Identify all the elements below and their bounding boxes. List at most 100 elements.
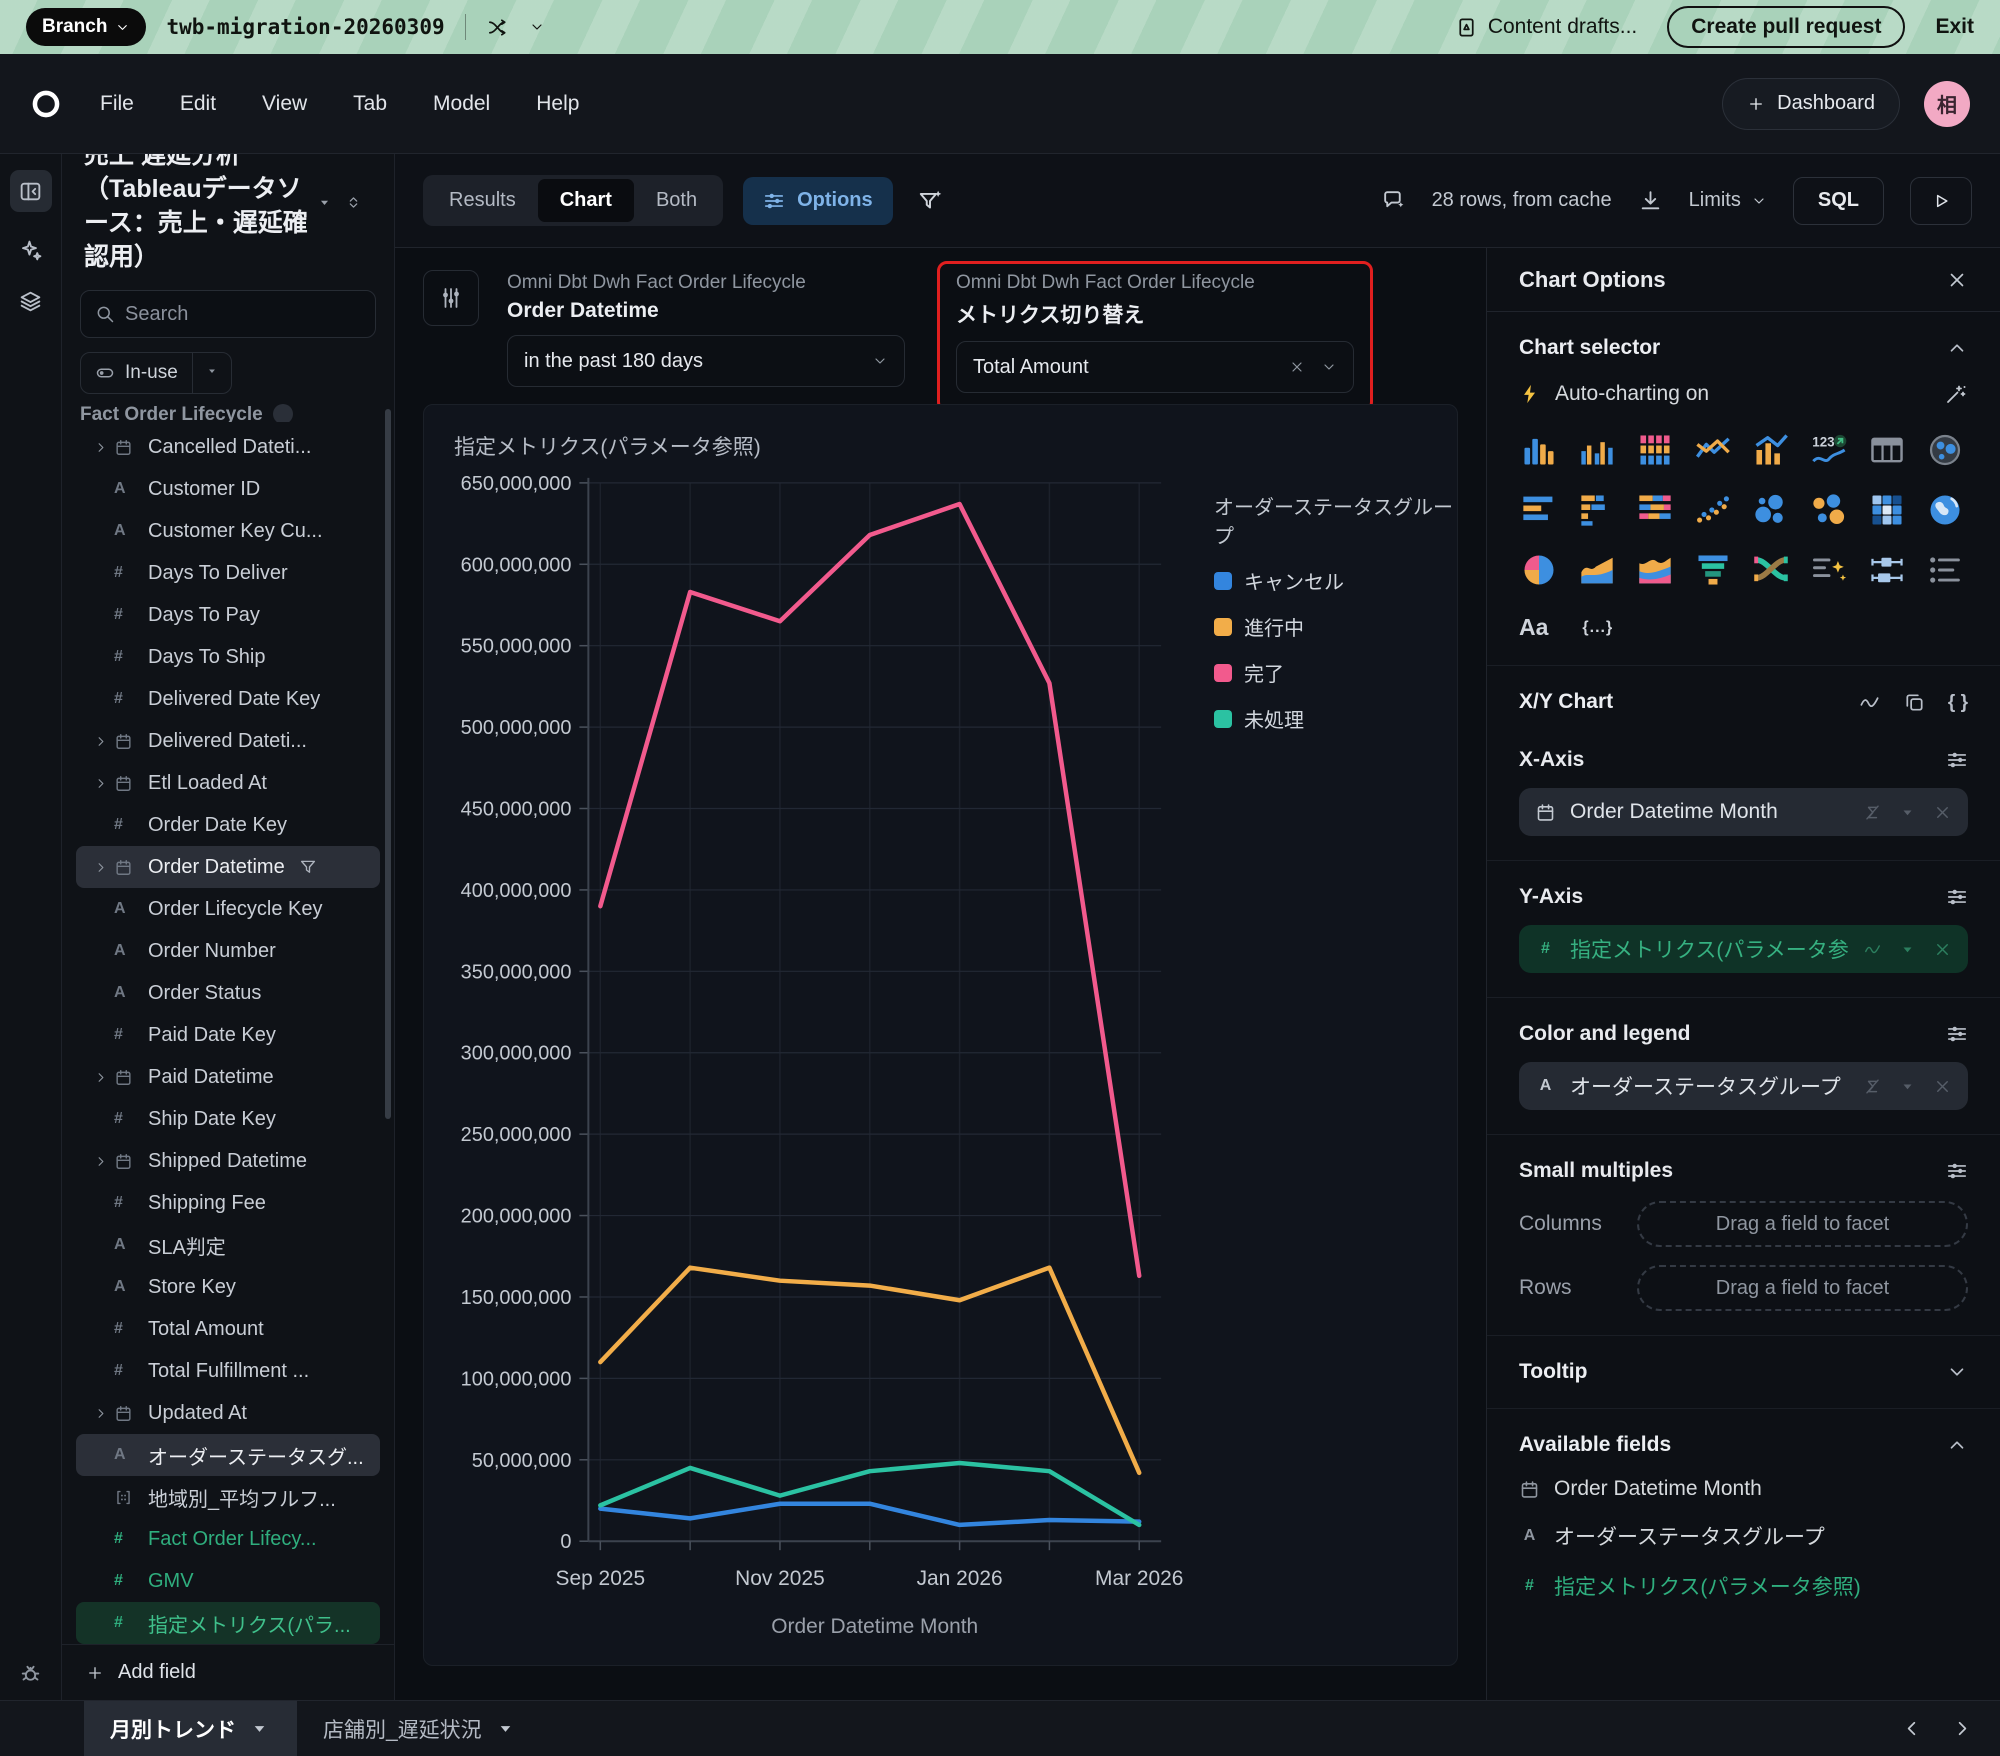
run-query-button[interactable] — [1910, 177, 1972, 225]
legend-item[interactable]: 進行中 — [1214, 612, 1457, 641]
next-tab-icon[interactable] — [1951, 1717, 1974, 1740]
add-field-button[interactable]: Add field — [62, 1644, 394, 1700]
merge-icon[interactable] — [486, 16, 509, 39]
color-field-pill[interactable]: Aオーダーステータスグループ — [1519, 1062, 1968, 1110]
sidebar-field[interactable]: #Total Fulfillment ... — [76, 1350, 380, 1392]
sidebar-field[interactable]: ACustomer ID — [76, 468, 380, 510]
available-field[interactable]: Aオーダーステータスグループ — [1519, 1521, 1968, 1551]
sidebar-field[interactable]: Shipped Datetime — [76, 1140, 380, 1182]
tab-list-icon[interactable] — [40, 1717, 84, 1740]
close-icon[interactable] — [1946, 269, 1968, 291]
chart-type-column-stacked[interactable] — [1635, 430, 1675, 470]
sidebar-field[interactable]: #指定メトリクス(パラ... — [76, 1602, 380, 1644]
sidebar-field[interactable]: #Shipping Fee — [76, 1182, 380, 1224]
sidebar-field[interactable]: #Days To Ship — [76, 636, 380, 678]
expand-icon[interactable] — [84, 1070, 114, 1085]
expand-icon[interactable] — [84, 1154, 114, 1169]
dashboard-button[interactable]: Dashboard — [1722, 78, 1900, 130]
chart-type-line[interactable] — [1693, 430, 1733, 470]
chart-type-bar-grouped[interactable] — [1577, 430, 1617, 470]
dataset-caret-icon[interactable] — [316, 194, 333, 211]
menu-item-model[interactable]: Model — [433, 92, 490, 116]
sidebar-field[interactable]: #Days To Pay — [76, 594, 380, 636]
menu-item-view[interactable]: View — [262, 92, 307, 116]
code-braces-icon[interactable]: { } — [1948, 693, 1968, 712]
auto-charting-label[interactable]: Auto-charting on — [1555, 382, 1709, 406]
debug-icon[interactable] — [18, 1661, 43, 1686]
legend-item[interactable]: 未処理 — [1214, 704, 1457, 733]
chevron-up-icon[interactable] — [1946, 337, 1968, 359]
y-axis-field-pill[interactable]: #指定メトリクス(パラメータ参照) — [1519, 925, 1968, 973]
ai-sparkles-icon[interactable] — [18, 238, 43, 263]
chart-type-combo[interactable] — [1751, 430, 1791, 470]
sidebar-field[interactable]: Etl Loaded At — [76, 762, 380, 804]
menu-item-help[interactable]: Help — [536, 92, 579, 116]
toggle-sidebar-button[interactable] — [10, 170, 52, 212]
sidebar-field[interactable]: AOrder Number — [76, 930, 380, 972]
filter-suggest-icon[interactable] — [917, 188, 943, 214]
sidebar-field[interactable]: AStore Key — [76, 1266, 380, 1308]
in-use-caret-button[interactable] — [193, 364, 231, 383]
sidebar-field[interactable]: ACustomer Key Cu... — [76, 510, 380, 552]
layers-icon[interactable] — [18, 289, 43, 314]
sidebar-field[interactable]: AOrder Lifecycle Key — [76, 888, 380, 930]
chart-type-big-number[interactable]: 123 — [1809, 430, 1849, 470]
chevron-up-icon[interactable] — [1946, 1434, 1968, 1456]
sidebar-field[interactable]: #GMV — [76, 1560, 380, 1602]
omni-logo-icon[interactable] — [30, 88, 62, 120]
in-use-toggle[interactable]: In-use — [81, 362, 192, 384]
chart-type-bar-h-stacked[interactable] — [1577, 490, 1617, 530]
sidebar-field[interactable]: #Order Date Key — [76, 804, 380, 846]
avatar[interactable]: 相 — [1924, 81, 1970, 127]
view-tab-results[interactable]: Results — [427, 179, 538, 222]
line-style-icon[interactable] — [1858, 691, 1881, 714]
add-tab-icon[interactable] — [0, 1717, 40, 1740]
menu-item-file[interactable]: File — [100, 92, 134, 116]
expand-icon[interactable] — [84, 776, 114, 791]
y-axis-settings-icon[interactable] — [1946, 886, 1968, 908]
prev-tab-icon[interactable] — [1900, 1717, 1923, 1740]
magic-wand-icon[interactable] — [1944, 382, 1968, 406]
sidebar-field[interactable]: #Delivered Date Key — [76, 678, 380, 720]
color-settings-icon[interactable] — [1946, 1023, 1968, 1045]
chart-type-bubble-cluster[interactable] — [1809, 490, 1849, 530]
chart-type-ai-list[interactable] — [1809, 550, 1849, 590]
sidebar-field[interactable]: Aオーダーステータスグ... — [76, 1434, 380, 1476]
chart-type-boxplot[interactable] — [1867, 550, 1907, 590]
workbook-tab[interactable]: 月別トレンド — [84, 1701, 297, 1756]
available-field[interactable]: #指定メトリクス(パラメータ参照) — [1519, 1571, 1968, 1601]
chart-type-bar[interactable] — [1519, 430, 1559, 470]
expand-icon[interactable] — [84, 1406, 114, 1421]
columns-dropzone[interactable]: Drag a field to facet — [1637, 1201, 1968, 1247]
options-button[interactable]: Options — [743, 177, 893, 225]
chart-type-bar-h[interactable] — [1519, 490, 1559, 530]
filter-value-select[interactable]: in the past 180 days — [507, 335, 905, 387]
sidebar-field[interactable]: ASLA判定 — [76, 1224, 380, 1266]
expand-icon[interactable] — [84, 734, 114, 749]
chart-type-heatmap[interactable] — [1867, 490, 1907, 530]
sidebar-field[interactable]: Updated At — [76, 1392, 380, 1434]
chart-type-markdown[interactable]: {...} — [1582, 619, 1613, 637]
chart-type-area[interactable] — [1577, 550, 1617, 590]
limits-dropdown[interactable]: Limits — [1689, 189, 1767, 212]
filter-value-select[interactable]: Total Amount — [956, 341, 1354, 393]
view-tab-both[interactable]: Both — [634, 179, 719, 222]
chart-type-text[interactable]: Aa — [1519, 614, 1548, 641]
chart-type-table[interactable] — [1867, 430, 1907, 470]
download-icon[interactable] — [1638, 188, 1663, 213]
small-multiples-settings-icon[interactable] — [1946, 1160, 1968, 1182]
sidebar-field[interactable]: #Ship Date Key — [76, 1098, 380, 1140]
query-info-icon[interactable] — [1381, 188, 1406, 213]
branch-menu-button[interactable]: Branch — [26, 8, 146, 46]
x-axis-settings-icon[interactable] — [1946, 749, 1968, 771]
exit-button[interactable]: Exit — [1935, 15, 1974, 39]
sidebar-field[interactable]: #Days To Deliver — [76, 552, 380, 594]
sidebar-field[interactable]: #Total Amount — [76, 1308, 380, 1350]
chart-type-funnel[interactable] — [1693, 550, 1733, 590]
chart-type-symbol-map[interactable] — [1925, 430, 1965, 470]
available-field[interactable]: Order Datetime Month — [1519, 1477, 1968, 1501]
menu-item-tab[interactable]: Tab — [353, 92, 387, 116]
sidebar-field[interactable]: #Paid Date Key — [76, 1014, 380, 1056]
chart-type-sankey[interactable] — [1751, 550, 1791, 590]
legend-item[interactable]: キャンセル — [1214, 566, 1457, 595]
